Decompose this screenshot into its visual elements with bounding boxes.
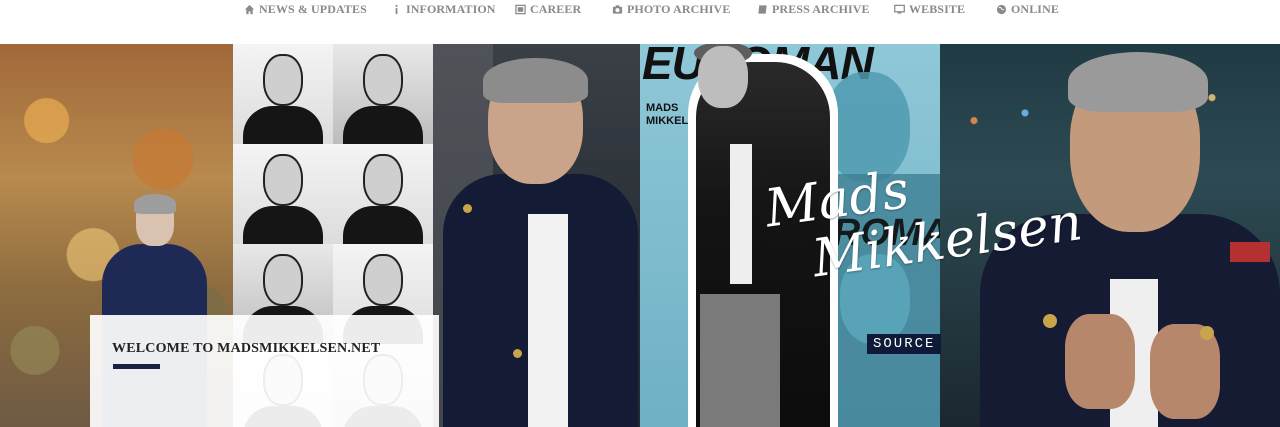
nav-item-label: PHOTO ARCHIVE xyxy=(627,2,731,16)
film-icon xyxy=(515,4,526,15)
welcome-box: WELCOME TO MADSMIKKELSEN.NET xyxy=(90,315,439,427)
header-collage: EUROMAN MADS MIKKELSEN EUROMAN Mads Mikk… xyxy=(0,44,1280,427)
nav-item-information[interactable]: INFORMATION xyxy=(391,2,496,17)
nav-item-press-archive[interactable]: PRESS ARCHIVE xyxy=(757,2,870,17)
nav-item-website[interactable]: WEBSITE xyxy=(894,2,965,17)
nav-item-career[interactable]: CAREER xyxy=(515,2,581,17)
monitor-icon xyxy=(894,4,905,14)
nav-item-news-updates[interactable]: NEWS & UPDATES xyxy=(244,2,367,17)
globe-icon xyxy=(996,4,1007,15)
nav-item-photo-archive[interactable]: PHOTO ARCHIVE xyxy=(612,2,730,17)
navy-coat-portrait-photo xyxy=(433,44,640,427)
nav-item-label: PRESS ARCHIVE xyxy=(772,2,870,16)
camera-icon xyxy=(612,5,623,14)
source-badge: SOURCE xyxy=(867,334,942,354)
nav-item-label: INFORMATION xyxy=(406,2,496,16)
nav-item-label: ONLINE xyxy=(1011,2,1059,16)
info-icon xyxy=(395,4,398,15)
home-icon xyxy=(244,4,255,15)
nav-item-online[interactable]: ONLINE xyxy=(996,2,1059,17)
welcome-underline xyxy=(113,364,160,369)
nav-item-label: WEBSITE xyxy=(909,2,966,16)
top-navigation: NEWS & UPDATES INFORMATION CAREER PHOTO … xyxy=(0,0,1280,44)
book-icon xyxy=(758,5,767,14)
nav-item-label: NEWS & UPDATES xyxy=(259,2,367,16)
nav-item-label: CAREER xyxy=(530,2,582,16)
welcome-title: WELCOME TO MADSMIKKELSEN.NET xyxy=(112,341,381,356)
